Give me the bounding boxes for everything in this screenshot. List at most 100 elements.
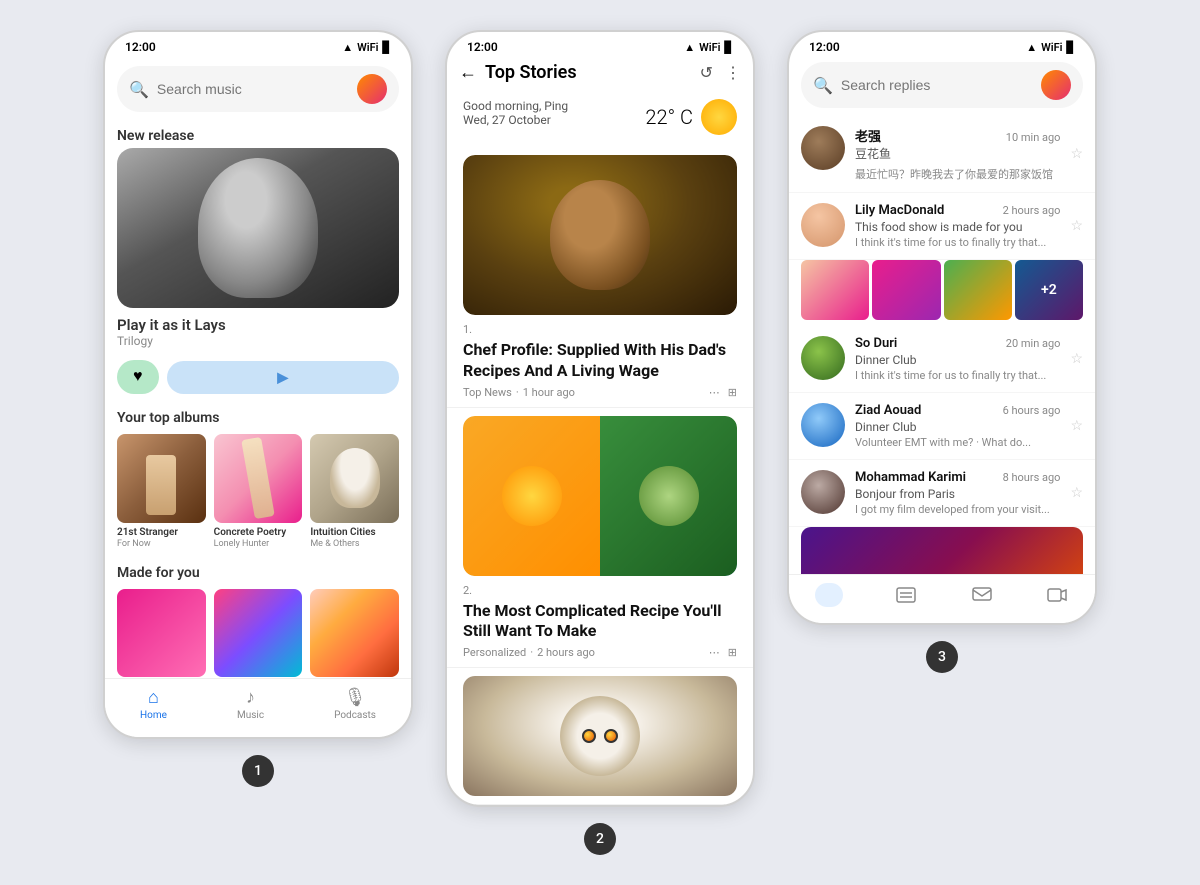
battery-icon-3: ▊ [1067, 41, 1075, 54]
article-1[interactable]: 1. Chef Profile: Supplied With His Dad's… [447, 147, 753, 408]
msg-avatar-3 [801, 336, 845, 380]
nav3-camera[interactable] [815, 583, 843, 607]
msg-content-1: 老强 豆花鱼 10 min ago 最近忙吗？昨晚我去了你最爱的那家饭馆 [855, 126, 1060, 182]
msg-thumb-1 [801, 260, 869, 320]
search-icon-1: 🔍 [129, 80, 149, 99]
track-artist: Trilogy [117, 334, 399, 348]
nav-home-label: Home [140, 710, 167, 721]
article-2[interactable]: 2. The Most Complicated Recipe You'll St… [447, 408, 753, 669]
msg-preview-1: 最近忙吗？昨晚我去了你最爱的那家饭馆 [855, 166, 1060, 182]
time-3: 12:00 [809, 40, 840, 54]
message-item-5[interactable]: Mohammad Karimi 8 hours ago Bonjour from… [789, 460, 1095, 527]
phone-number-3: 3 [926, 641, 958, 673]
search-bar-1[interactable]: 🔍 [117, 66, 399, 112]
like-button[interactable]: ♥ [117, 360, 159, 394]
back-button[interactable]: ← [459, 62, 477, 83]
album-subtitle-1: For Now [117, 539, 206, 549]
playlist-2[interactable] [214, 589, 303, 678]
owl-eye-right [604, 729, 618, 743]
album-item-3[interactable]: Intuition Cities Me & Others [310, 434, 399, 549]
search-input-1[interactable] [157, 81, 349, 97]
time-2: 12:00 [467, 40, 498, 54]
star-icon-3[interactable]: ☆ [1070, 351, 1083, 367]
nav3-message[interactable] [970, 583, 994, 607]
playlist-3[interactable] [310, 589, 399, 678]
new-release-title: New release [105, 120, 411, 148]
msg-name-5: Mohammad Karimi [855, 470, 966, 485]
phone1-wrapper: 12:00 ▲ WiFi ▊ 🔍 New release [103, 30, 413, 787]
nav3-list[interactable] [894, 583, 918, 607]
nav-home[interactable]: ⌂ Home [140, 687, 167, 721]
phone1: 12:00 ▲ WiFi ▊ 🔍 New release [103, 30, 413, 739]
msg-name-2: Lily MacDonald [855, 203, 944, 218]
msg-content-4: Ziad Aouad 6 hours ago Dinner Club Volun… [855, 403, 1060, 449]
msg-group-3: Dinner Club [855, 353, 1060, 367]
album-item-1[interactable]: 21st Stranger For Now [117, 434, 206, 549]
article-3[interactable] [447, 668, 753, 805]
owl-face [560, 696, 640, 776]
nav-podcasts[interactable]: 🎙 Podcasts [334, 687, 376, 721]
more-icon[interactable]: ⋮ [725, 63, 741, 82]
star-icon-5[interactable]: ☆ [1070, 485, 1083, 501]
battery-icon-2: ▊ [725, 41, 733, 54]
weather-greeting: Good morning, Ping [463, 99, 568, 113]
msg-thumb-3 [944, 260, 1012, 320]
weather-date: Wed, 27 October [463, 113, 568, 127]
battery-icon: ▊ [383, 41, 391, 54]
msg-preview-4: Volunteer EMT with me? · What do... [855, 436, 1060, 449]
star-icon-1[interactable]: ☆ [1070, 146, 1083, 162]
article-image-2 [463, 416, 737, 576]
article-image-1 [463, 155, 737, 315]
owl-photo [463, 676, 737, 796]
wifi-icon: WiFi [357, 41, 378, 54]
message-item-1[interactable]: 老强 豆花鱼 10 min ago 最近忙吗？昨晚我去了你最爱的那家饭馆 ☆ [789, 116, 1095, 193]
message-item-2[interactable]: Lily MacDonald 2 hours ago This food sho… [789, 193, 1095, 260]
food-left [463, 416, 600, 576]
msg-avatar-1 [801, 126, 845, 170]
album-title-1: 21st Stranger [117, 527, 206, 539]
top-albums-title: Your top albums [105, 402, 411, 430]
msg-name-3: So Duri [855, 336, 897, 351]
article-num-2: 2. [463, 584, 737, 597]
message-images-2 [801, 260, 1083, 320]
more-dots-icon[interactable]: ⋯ [709, 386, 720, 399]
save-icon-2[interactable]: ⊞ [728, 646, 737, 659]
msg-group-5: Bonjour from Paris [855, 487, 1060, 501]
phone3-wrapper: 12:00 ▲ WiFi ▊ 🔍 [787, 30, 1097, 673]
news-title: Top Stories [485, 62, 692, 83]
star-icon-2[interactable]: ☆ [1070, 218, 1083, 234]
music-icon: ♪ [246, 687, 255, 708]
phone2-header: ← Top Stories ↺ ⋮ [447, 58, 753, 91]
playlist-1[interactable] [117, 589, 206, 678]
food-photo [463, 416, 737, 576]
avatar-1[interactable] [357, 74, 387, 104]
nav3-video[interactable] [1045, 583, 1069, 607]
search-icon-3: 🔍 [813, 76, 833, 95]
star-icon-4[interactable]: ☆ [1070, 418, 1083, 434]
message-item-3[interactable]: So Duri 20 min ago Dinner Club I think i… [789, 326, 1095, 393]
search-bar-3[interactable]: 🔍 [801, 62, 1083, 108]
album-item-2[interactable]: Concrete Poetry Lonely Hunter [214, 434, 303, 549]
albums-grid: 21st Stranger For Now Concrete Poetry Lo… [105, 430, 411, 557]
play-button[interactable]: ▶ [167, 361, 400, 394]
more-dots-icon-2[interactable]: ⋯ [709, 646, 720, 659]
hero-album-art [117, 148, 399, 308]
weather-temp: 22° C [645, 99, 737, 135]
nav-music[interactable]: ♪ Music [237, 687, 264, 721]
avatar-3[interactable] [1041, 70, 1071, 100]
msg-time-4: 6 hours ago [1003, 404, 1061, 417]
album-title-3: Intuition Cities [310, 527, 399, 539]
nav-music-label: Music [237, 710, 264, 721]
refresh-icon[interactable]: ↺ [700, 63, 713, 82]
status-icons-1: ▲ WiFi ▊ [342, 41, 391, 54]
article-time-1: 1 hour ago [523, 386, 575, 399]
save-icon[interactable]: ⊞ [728, 386, 737, 399]
chef-face [550, 180, 650, 290]
album-cover-3 [310, 434, 399, 523]
status-bar-2: 12:00 ▲ WiFi ▊ [447, 32, 753, 58]
search-input-3[interactable] [841, 77, 1033, 93]
message-item-4[interactable]: Ziad Aouad 6 hours ago Dinner Club Volun… [789, 393, 1095, 460]
temp-value: 22° C [645, 105, 693, 129]
status-bar-1: 12:00 ▲ WiFi ▊ [105, 32, 411, 58]
msg-content-2: Lily MacDonald 2 hours ago This food sho… [855, 203, 1060, 249]
